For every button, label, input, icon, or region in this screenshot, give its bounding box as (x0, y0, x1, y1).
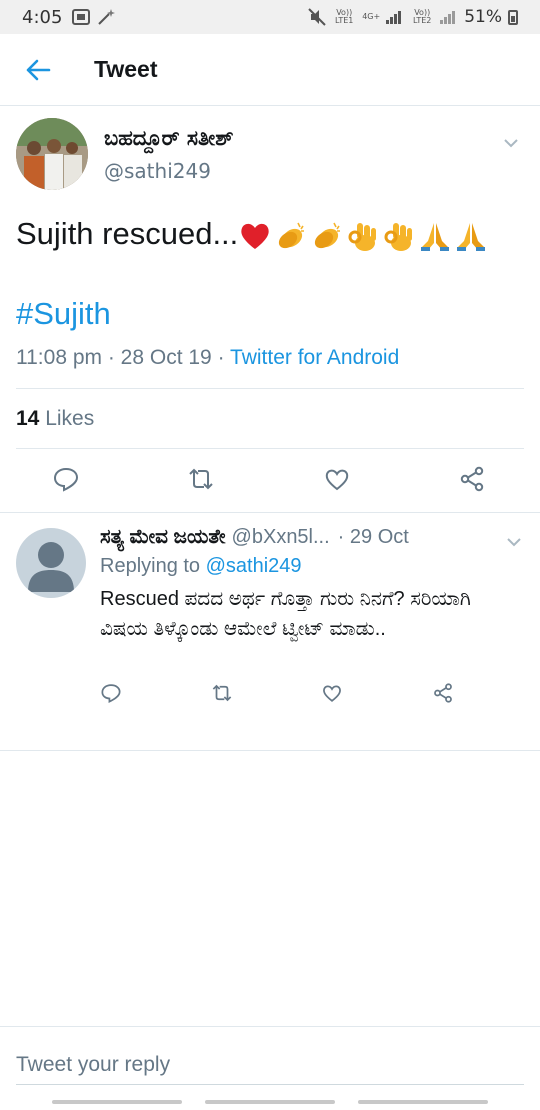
heart-emoji-icon (241, 223, 269, 249)
chevron-down-icon[interactable] (506, 534, 522, 550)
signal-icon (440, 10, 458, 24)
tweet-date: 28 Oct 19 (120, 346, 212, 369)
likes-label: Likes (45, 407, 95, 430)
status-bar: 4:05 Vo)) LTE1 4G+ Vo)) LTE2 51% (0, 0, 540, 34)
network-label-1: Vo)) LTE1 (335, 8, 354, 25)
screenshot-icon (72, 9, 91, 25)
reply-actions (100, 682, 524, 712)
pray-emoji-icon (421, 222, 450, 251)
nav-gesture-bar (0, 1100, 540, 1104)
tweet-source-link[interactable]: Twitter for Android (230, 346, 399, 369)
ok-hand-emoji-icon (384, 222, 413, 251)
clap-emoji-icon (279, 222, 305, 248)
avatar[interactable] (16, 118, 88, 190)
likes-count: 14 (16, 407, 40, 430)
hashtag-link[interactable]: #Sujith (16, 296, 524, 332)
reply-date: · 29 Oct (337, 526, 409, 548)
app-header: Tweet (0, 34, 540, 106)
author-name[interactable]: ಬಹದ್ದೂರ್ ಸತೀಶ್ (104, 126, 234, 151)
tweet-time: 11:08 pm (16, 346, 102, 369)
like-icon[interactable] (323, 465, 351, 493)
emoji-row (238, 219, 488, 253)
reply-text: Rescued ಪದದ ಅರ್ಥ ಗೊತ್ತಾ ಗುರು ನಿನಗೆ? ಸರಿಯ… (100, 588, 471, 640)
divider (0, 512, 540, 513)
replying-to: Replying to @sathi249 (100, 555, 524, 578)
reply-author-handle[interactable]: @bXxn5l... (232, 526, 330, 549)
back-arrow-icon (26, 59, 51, 80)
battery-percent: 51% (464, 7, 502, 27)
reply-input[interactable] (16, 1045, 524, 1085)
tweet-meta: 11:08 pm · 28 Oct 19 · Twitter for Andro… (16, 346, 400, 369)
tweet-text: Sujith rescued... (16, 212, 524, 256)
tweet-actions (16, 448, 524, 510)
status-time: 4:05 (22, 6, 63, 28)
reply-header: ಸತ್ಯ ಮೇವ ಜಯತೇ @bXxn5l... · 29 Oct (100, 526, 524, 549)
retweet-icon[interactable] (187, 465, 215, 493)
page-title: Tweet (94, 56, 158, 82)
author-row: ಬಹದ್ದೂರ್ ಸತೀಶ್ @sathi249 (16, 118, 524, 192)
network-label-2: Vo)) LTE2 (413, 8, 432, 25)
likes-row[interactable]: 14 Likes (16, 388, 524, 448)
clap-emoji-icon (315, 222, 341, 248)
retweet-icon[interactable] (211, 682, 233, 704)
magic-wand-icon (98, 9, 116, 25)
main-tweet: ಬಹದ್ದೂರ್ ಸತೀಶ್ @sathi249 Sujith rescued.… (16, 118, 524, 510)
replying-prefix: Replying to (100, 555, 201, 577)
reply-compose-bar (0, 1026, 540, 1110)
ok-hand-emoji-icon (348, 222, 377, 251)
network-type: 4G+ (362, 12, 381, 21)
reply-author-name[interactable]: ಸತ್ಯ ಮೇವ ಜಯತೇ (100, 526, 226, 549)
mention-link[interactable]: @sathi249 (206, 555, 302, 577)
pray-emoji-icon (457, 222, 486, 251)
reply-icon[interactable] (52, 465, 80, 493)
mute-icon (308, 8, 326, 26)
reply-tweet[interactable]: ಸತ್ಯ ಮೇವ ಜಯತೇ @bXxn5l... · 29 Oct Replyi… (16, 526, 524, 712)
avatar[interactable] (16, 528, 86, 598)
divider (0, 750, 540, 751)
reply-icon[interactable] (100, 682, 122, 704)
chevron-down-icon[interactable] (502, 134, 520, 152)
author-handle[interactable]: @sathi249 (104, 159, 234, 183)
share-icon[interactable] (432, 682, 454, 704)
like-icon[interactable] (321, 682, 343, 704)
share-icon[interactable] (458, 465, 486, 493)
tweet-text-content: Sujith rescued... (16, 216, 239, 251)
battery-icon (508, 9, 518, 25)
signal-icon (386, 10, 404, 24)
back-button[interactable] (18, 50, 58, 90)
